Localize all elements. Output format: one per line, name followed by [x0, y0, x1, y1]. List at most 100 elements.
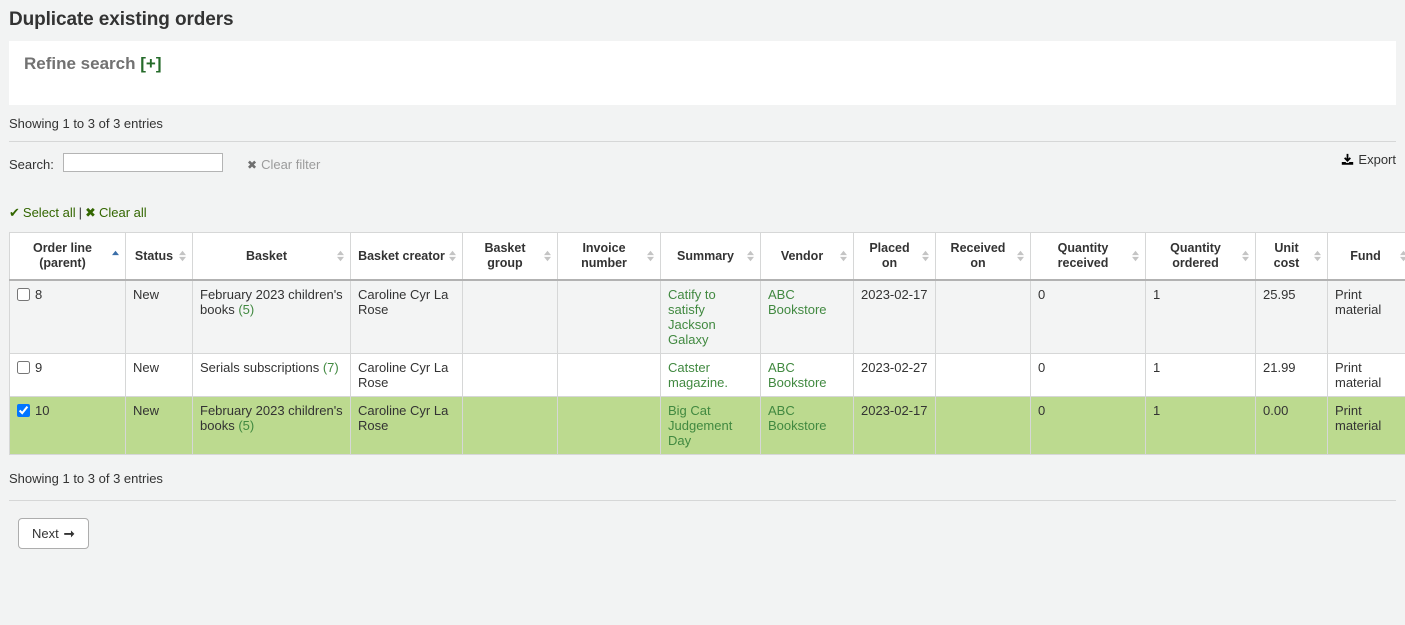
cell-placed-on: 2023-02-17	[854, 280, 936, 354]
column-header-status[interactable]: Status	[126, 233, 193, 281]
cell-invoice-number	[558, 354, 661, 397]
order-line-number: 9	[35, 360, 42, 375]
cell-basket-creator: Caroline Cyr La Rose	[351, 397, 463, 455]
cell-placed-on: 2023-02-17	[854, 397, 936, 455]
sort-both-icon	[1313, 249, 1322, 263]
vendor-link[interactable]: ABC Bookstore	[768, 287, 827, 317]
select-all-button[interactable]: ✔Select all	[9, 205, 76, 220]
cell-fund: Print material	[1328, 397, 1405, 455]
column-header-vendor[interactable]: Vendor	[761, 233, 854, 281]
column-header-label: Unit cost	[1274, 241, 1300, 270]
clear-filter-label: Clear filter	[261, 157, 320, 172]
column-header-unit-cost[interactable]: Unit cost	[1256, 233, 1328, 281]
sort-both-icon	[646, 249, 655, 263]
column-header-summary[interactable]: Summary	[661, 233, 761, 281]
cell-basket-creator: Caroline Cyr La Rose	[351, 280, 463, 354]
cell-received-on	[936, 397, 1031, 455]
table-row[interactable]: 9NewSerials subscriptions (7)Caroline Cy…	[10, 354, 1405, 397]
cell-quantity-ordered: 1	[1146, 354, 1256, 397]
refine-search-toggle[interactable]: [+]	[140, 54, 161, 73]
next-button[interactable]: Next➞	[18, 518, 89, 549]
cell-status: New	[126, 354, 193, 397]
cell-vendor: ABC Bookstore	[761, 397, 854, 455]
cell-quantity-ordered: 1	[1146, 280, 1256, 354]
orders-table-container: Order line (parent) Status Basket Basket cr…	[9, 232, 1405, 455]
cell-order-line: 10	[10, 397, 126, 455]
cell-status: New	[126, 397, 193, 455]
vendor-link[interactable]: ABC Bookstore	[768, 403, 827, 433]
cell-fund: Print material	[1328, 280, 1405, 354]
select-all-label: Select all	[23, 205, 76, 220]
page-root: Duplicate existing orders Refine search …	[0, 0, 1405, 625]
sort-both-icon	[336, 249, 345, 263]
cell-status: New	[126, 280, 193, 354]
sort-both-icon	[746, 249, 755, 263]
cell-invoice-number	[558, 280, 661, 354]
sort-both-icon	[1016, 249, 1025, 263]
refine-search-heading: Refine search [+]	[24, 54, 1381, 74]
column-header-invoice-number[interactable]: Invoice number	[558, 233, 661, 281]
cell-unit-cost: 21.99	[1256, 354, 1328, 397]
page-title: Duplicate existing orders	[0, 0, 1405, 31]
cell-vendor: ABC Bookstore	[761, 354, 854, 397]
column-header-placed-on[interactable]: Placed on	[854, 233, 936, 281]
divider-bottom	[9, 500, 1396, 501]
vendor-link[interactable]: ABC Bookstore	[768, 360, 827, 390]
column-header-order-line-parent[interactable]: Order line (parent)	[10, 233, 126, 281]
sort-both-icon	[921, 249, 930, 263]
clear-filter-button[interactable]: ✖ Clear filter	[247, 157, 320, 172]
column-header-basket-group[interactable]: Basket group	[463, 233, 558, 281]
table-row[interactable]: 8NewFebruary 2023 children's books (5)Ca…	[10, 280, 1405, 354]
column-header-label: Vendor	[781, 249, 823, 263]
column-header-label: Basket	[246, 249, 287, 263]
summary-link[interactable]: Big Cat Judgement Day	[668, 403, 732, 448]
refine-search-label: Refine search	[24, 54, 136, 73]
orders-table: Order line (parent) Status Basket Basket cr…	[9, 232, 1405, 455]
column-header-quantity-received[interactable]: Quantity received	[1031, 233, 1146, 281]
cell-basket-group	[463, 280, 558, 354]
table-filter-bar: Search: ✖ Clear filter	[9, 153, 1396, 183]
row-select-checkbox[interactable]	[17, 361, 30, 374]
search-input[interactable]	[63, 153, 223, 172]
column-header-label: Quantity ordered	[1170, 241, 1221, 270]
basket-item-count: (5)	[238, 302, 254, 317]
export-button[interactable]: Export	[1341, 152, 1396, 169]
column-header-label: Placed on	[869, 241, 909, 270]
basket-item-count: (7)	[323, 360, 339, 375]
row-select-checkbox[interactable]	[17, 288, 30, 301]
column-header-label: Invoice number	[581, 241, 627, 270]
cell-received-on	[936, 280, 1031, 354]
selection-controls: ✔Select all|✖Clear all	[9, 205, 1405, 221]
basket-name: February 2023 children's books	[200, 403, 343, 433]
sort-both-icon	[448, 249, 457, 263]
column-header-received-on[interactable]: Received on	[936, 233, 1031, 281]
cell-quantity-received: 0	[1031, 397, 1146, 455]
search-label: Search:	[9, 157, 54, 172]
row-select-checkbox[interactable]	[17, 404, 30, 417]
cell-quantity-received: 0	[1031, 354, 1146, 397]
cell-placed-on: 2023-02-27	[854, 354, 936, 397]
clear-all-button[interactable]: ✖Clear all	[85, 205, 147, 220]
cell-basket: February 2023 children's books (5)	[193, 397, 351, 455]
summary-link[interactable]: Catster magazine.	[668, 360, 728, 390]
showing-entries-top: Showing 1 to 3 of 3 entries	[9, 116, 1405, 132]
column-header-basket[interactable]: Basket	[193, 233, 351, 281]
cell-unit-cost: 25.95	[1256, 280, 1328, 354]
cell-basket-group	[463, 397, 558, 455]
sort-both-icon	[178, 249, 187, 263]
export-label: Export	[1358, 152, 1396, 167]
column-header-label: Fund	[1350, 249, 1381, 263]
column-header-basket-creator[interactable]: Basket creator	[351, 233, 463, 281]
column-header-quantity-ordered[interactable]: Quantity ordered	[1146, 233, 1256, 281]
column-header-label: Status	[135, 249, 173, 263]
times-icon: ✖	[247, 158, 257, 172]
column-header-label: Summary	[677, 249, 734, 263]
summary-link[interactable]: Catify to satisfy Jackson Galaxy	[668, 287, 716, 347]
table-row[interactable]: 10 NewFebruary 2023 children's books (5)C…	[10, 397, 1405, 455]
orders-table-head: Order line (parent) Status Basket Basket cr…	[10, 233, 1405, 281]
column-header-label: Basket group	[485, 241, 526, 270]
order-line-number: 10	[35, 403, 49, 418]
sort-both-icon	[1131, 249, 1140, 263]
selection-separator: |	[79, 205, 82, 220]
column-header-fund[interactable]: Fund	[1328, 233, 1405, 281]
